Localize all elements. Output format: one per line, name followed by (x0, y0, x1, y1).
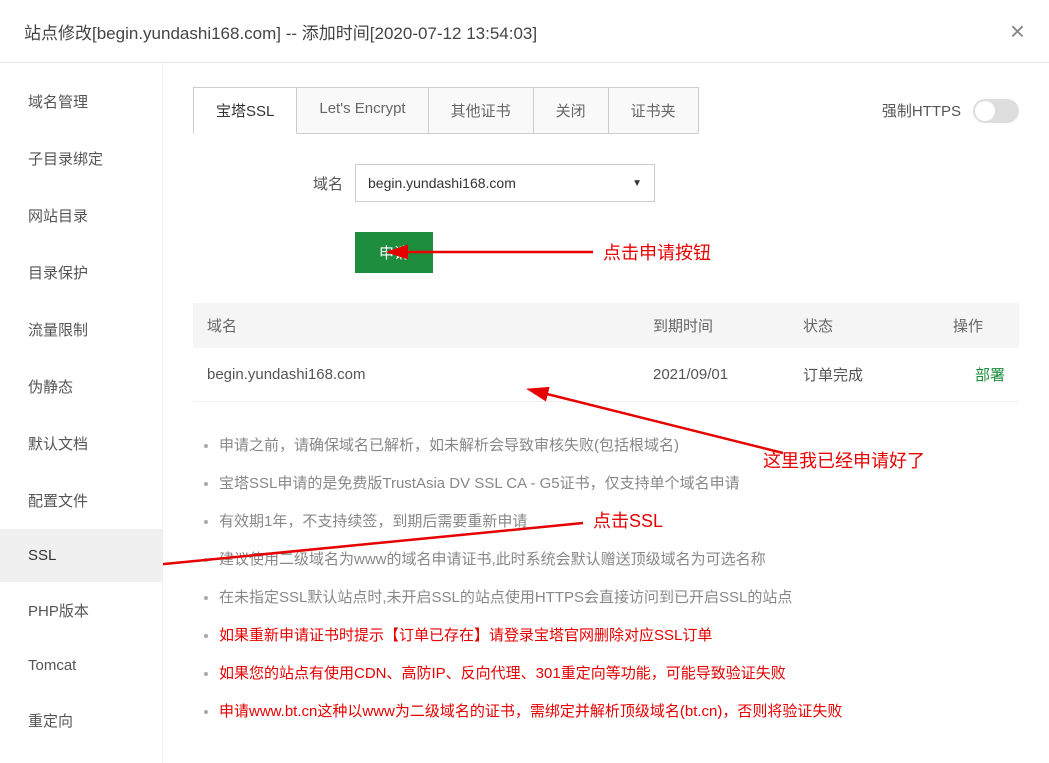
note-item-4: 在未指定SSL默认站点时,未开启SSL的站点使用HTTPS会直接访问到已开启SS… (219, 586, 1019, 610)
chevron-down-icon: ▼ (632, 178, 642, 189)
domain-select[interactable]: begin.yundashi168.com ▼ (355, 164, 655, 202)
content-area: 宝塔SSLLet's Encrypt其他证书关闭证书夹 强制HTTPS 域名 b… (163, 63, 1049, 763)
tabs-row: 宝塔SSLLet's Encrypt其他证书关闭证书夹 强制HTTPS (193, 87, 1019, 134)
deploy-link[interactable]: 部署 (975, 367, 1005, 384)
sidebar-item-8[interactable]: SSL (0, 529, 162, 582)
domain-select-value: begin.yundashi168.com (368, 175, 516, 191)
sidebar-item-9[interactable]: PHP版本 (0, 582, 162, 639)
modal-header: 站点修改[begin.yundashi168.com] -- 添加时间[2020… (0, 0, 1049, 63)
sidebar-item-6[interactable]: 默认文档 (0, 415, 162, 472)
sidebar-item-3[interactable]: 目录保护 (0, 244, 162, 301)
note-item-1: 宝塔SSL申请的是免费版TrustAsia DV SSL CA - G5证书，仅… (219, 472, 1019, 496)
domain-form-row: 域名 begin.yundashi168.com ▼ (193, 164, 1019, 202)
tab-0[interactable]: 宝塔SSL (193, 87, 297, 134)
sidebar-item-11[interactable]: 重定向 (0, 692, 162, 749)
cert-table: 域名 到期时间 状态 操作 begin.yundashi168.com 2021… (193, 303, 1019, 402)
modal-body: 域名管理子目录绑定网站目录目录保护流量限制伪静态默认文档配置文件SSLPHP版本… (0, 63, 1049, 763)
sidebar-item-0[interactable]: 域名管理 (0, 73, 162, 130)
apply-button[interactable]: 申请 (355, 232, 433, 273)
table-row: begin.yundashi168.com 2021/09/01 订单完成 部署 (193, 348, 1019, 402)
force-https-label: 强制HTTPS (882, 100, 961, 121)
cell-expire: 2021/09/01 (639, 348, 789, 402)
sidebar-item-5[interactable]: 伪静态 (0, 358, 162, 415)
th-expire: 到期时间 (639, 303, 789, 348)
th-status: 状态 (789, 303, 939, 348)
tab-4[interactable]: 证书夹 (608, 87, 699, 133)
cell-op: 部署 (939, 348, 1019, 402)
force-https-toggle[interactable] (973, 99, 1019, 123)
note-item-2: 有效期1年，不支持续签，到期后需要重新申请 (219, 510, 1019, 534)
tab-3[interactable]: 关闭 (533, 87, 609, 133)
tab-1[interactable]: Let's Encrypt (296, 87, 428, 133)
cell-domain: begin.yundashi168.com (193, 348, 639, 402)
force-https-group: 强制HTTPS (882, 99, 1019, 123)
notes-list: 申请之前，请确保域名已解析，如未解析会导致审核失败(包括根域名) 宝塔SSL申请的… (193, 434, 1019, 724)
tab-2[interactable]: 其他证书 (428, 87, 534, 133)
table-header-row: 域名 到期时间 状态 操作 (193, 303, 1019, 348)
modal-title: 站点修改[begin.yundashi168.com] -- 添加时间[2020… (24, 19, 537, 44)
sidebar: 域名管理子目录绑定网站目录目录保护流量限制伪静态默认文档配置文件SSLPHP版本… (0, 63, 163, 763)
cell-status: 订单完成 (789, 348, 939, 402)
sidebar-item-1[interactable]: 子目录绑定 (0, 130, 162, 187)
th-domain: 域名 (193, 303, 639, 348)
note-item-5: 如果重新申请证书时提示【订单已存在】请登录宝塔官网删除对应SSL订单 (219, 624, 1019, 648)
tabs: 宝塔SSLLet's Encrypt其他证书关闭证书夹 (193, 87, 698, 134)
note-item-0: 申请之前，请确保域名已解析，如未解析会导致审核失败(包括根域名) (219, 434, 1019, 458)
apply-row: 申请 (193, 232, 1019, 273)
th-op: 操作 (939, 303, 1019, 348)
sidebar-item-4[interactable]: 流量限制 (0, 301, 162, 358)
domain-label: 域名 (263, 173, 343, 194)
note-item-6: 如果您的站点有使用CDN、高防IP、反向代理、301重定向等功能，可能导致验证失… (219, 662, 1019, 686)
note-item-7: 申请www.bt.cn这种以www为二级域名的证书，需绑定并解析顶级域名(bt.… (219, 700, 1019, 724)
note-item-3: 建议使用二级域名为www的域名申请证书,此时系统会默认赠送顶级域名为可选名称 (219, 548, 1019, 572)
sidebar-item-10[interactable]: Tomcat (0, 639, 162, 692)
close-icon[interactable]: × (1010, 18, 1025, 44)
sidebar-item-7[interactable]: 配置文件 (0, 472, 162, 529)
toggle-knob (975, 101, 995, 121)
sidebar-item-2[interactable]: 网站目录 (0, 187, 162, 244)
